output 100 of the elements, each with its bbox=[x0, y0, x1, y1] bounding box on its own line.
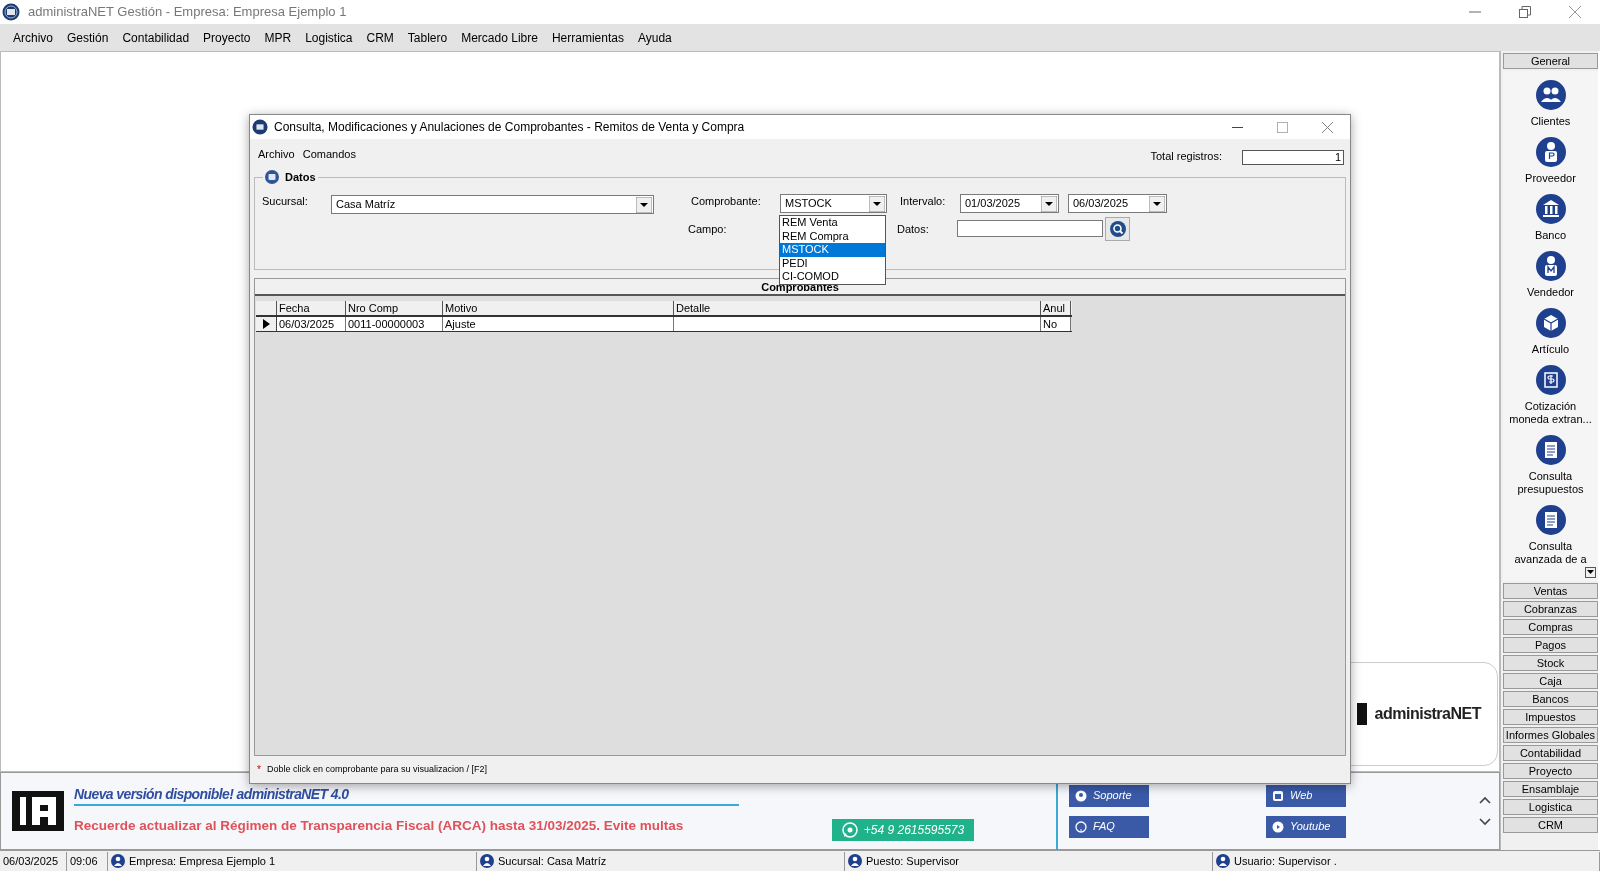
date-to-dropdown[interactable]: 06/03/2025 bbox=[1068, 194, 1167, 213]
table-cell: 0011-00000003 bbox=[346, 317, 443, 331]
menu-item[interactable]: CRM bbox=[359, 24, 401, 51]
section-button[interactable]: Informes Globales bbox=[1503, 727, 1598, 743]
menu-item[interactable]: Contabilidad bbox=[115, 24, 197, 51]
caret-icon bbox=[869, 195, 885, 212]
menu-item[interactable]: MPR bbox=[257, 24, 299, 51]
column-header[interactable]: Motivo bbox=[443, 301, 674, 315]
window-title: administraNET Gestión - Empresa: Empresa Ejemplo 1 bbox=[28, 3, 347, 22]
sidebar-shortcut[interactable]: Artículo bbox=[1505, 308, 1596, 356]
field-label: Datos: bbox=[897, 222, 930, 237]
sucursal-dropdown[interactable]: Casa Matríz bbox=[331, 195, 654, 214]
status-text: Sucursal: Casa Matríz bbox=[498, 853, 607, 869]
section-button[interactable]: Logistica bbox=[1503, 799, 1598, 815]
sidebar-shortcut[interactable]: Vendedor bbox=[1505, 251, 1596, 299]
column-header[interactable]: Fecha bbox=[277, 301, 346, 315]
section-button[interactable]: Ensamblaje bbox=[1503, 781, 1598, 797]
help-icon bbox=[1075, 820, 1087, 833]
section-button[interactable]: Pagos bbox=[1503, 637, 1598, 653]
asterisk: * bbox=[257, 763, 261, 777]
notice-text: Recuerde actualizar al Régimen de Transparencia Fiscal (ARCA) hasta 31/03/2025. Evite multas bbox=[74, 816, 685, 835]
column-header[interactable]: Anul bbox=[1041, 301, 1071, 315]
field-label: Sucursal: bbox=[262, 194, 309, 209]
menu-item[interactable]: Gestión bbox=[60, 24, 116, 51]
comprobante-dropdown[interactable]: MSTOCK bbox=[780, 194, 887, 213]
company-logo-icon bbox=[12, 791, 64, 831]
user-icon bbox=[848, 854, 862, 868]
cube-icon bbox=[1535, 308, 1566, 338]
sidebar-shortcut[interactable]: Proveedor bbox=[1505, 137, 1596, 185]
field-label: Comprobante: bbox=[691, 194, 762, 209]
play-icon bbox=[1272, 820, 1284, 833]
user-icon bbox=[1216, 854, 1230, 868]
app-logo-icon bbox=[252, 119, 268, 135]
section-button[interactable]: Cobranzas bbox=[1503, 601, 1598, 617]
menu-item[interactable]: Archivo bbox=[254, 145, 299, 163]
scroll-up-icon[interactable] bbox=[1479, 796, 1491, 804]
section-button[interactable]: Impuestos bbox=[1503, 709, 1598, 725]
sidebar-shortcut[interactable]: Consulta avanzada de a bbox=[1505, 505, 1596, 566]
scroll-down-icon[interactable] bbox=[1479, 818, 1491, 826]
menu-item[interactable]: Tablero bbox=[400, 24, 455, 51]
menu-item[interactable]: Logistica bbox=[298, 24, 360, 51]
link-button[interactable]: Soporte bbox=[1069, 784, 1149, 807]
menu-item[interactable]: Ayuda bbox=[630, 24, 679, 51]
search-button[interactable] bbox=[1105, 217, 1130, 241]
caret-icon bbox=[1587, 570, 1594, 575]
date-from-dropdown[interactable]: 01/03/2025 bbox=[960, 194, 1059, 213]
column-header[interactable]: Nro Comp bbox=[346, 301, 443, 315]
section-button[interactable]: Contabilidad bbox=[1503, 745, 1598, 761]
menu-item[interactable]: Mercado Libre bbox=[454, 24, 545, 51]
table-cell: 06/03/2025 bbox=[277, 317, 346, 331]
dropdown-option[interactable]: REM Compra bbox=[780, 229, 885, 243]
section-button[interactable]: Stock bbox=[1503, 655, 1598, 671]
database-icon bbox=[265, 170, 279, 185]
section-button[interactable]: Bancos bbox=[1503, 691, 1598, 707]
dropdown-option[interactable]: REM Venta bbox=[780, 216, 885, 230]
field-label: Campo: bbox=[688, 222, 728, 237]
person-icon bbox=[1535, 137, 1566, 167]
section-button[interactable]: Caja bbox=[1503, 673, 1598, 689]
document-icon bbox=[1535, 435, 1566, 465]
section-button[interactable]: Proyecto bbox=[1503, 763, 1598, 779]
user-icon bbox=[480, 854, 494, 868]
dropdown-option[interactable]: MSTOCK bbox=[780, 243, 885, 257]
total-field[interactable]: 1 bbox=[1242, 149, 1344, 165]
support-icon bbox=[1075, 789, 1087, 802]
sidebar-shortcut[interactable]: Banco bbox=[1505, 194, 1596, 242]
close-icon[interactable] bbox=[1569, 6, 1581, 18]
sidebar-shortcut[interactable]: Clientes bbox=[1505, 80, 1596, 128]
scroll-down-button[interactable] bbox=[1585, 567, 1596, 578]
bank-icon bbox=[1535, 194, 1566, 224]
menu-item[interactable]: Comandos bbox=[298, 145, 360, 163]
datos-field[interactable] bbox=[957, 220, 1103, 237]
section-button[interactable]: General bbox=[1503, 53, 1598, 69]
section-button[interactable]: Compras bbox=[1503, 619, 1598, 635]
dollar-icon bbox=[1535, 365, 1566, 395]
link-button[interactable]: Youtube bbox=[1266, 815, 1346, 838]
status-text: Puesto: Supervisor bbox=[866, 853, 959, 869]
section-button[interactable]: Ventas bbox=[1503, 583, 1598, 599]
menu-item[interactable]: Archivo bbox=[6, 24, 60, 51]
close-icon[interactable] bbox=[1322, 121, 1333, 133]
link-button[interactable]: Web bbox=[1266, 784, 1346, 807]
menu-item[interactable]: Proyecto bbox=[196, 24, 258, 51]
section-button[interactable]: CRM bbox=[1503, 817, 1598, 833]
dropdown-option[interactable]: CI-COMOD bbox=[780, 270, 885, 284]
search-icon bbox=[1109, 221, 1126, 237]
menu-item[interactable]: Herramientas bbox=[544, 24, 631, 51]
status-text: 09:06 bbox=[70, 853, 98, 869]
caret-icon bbox=[636, 196, 652, 213]
web-icon bbox=[1272, 789, 1284, 802]
app-logo-icon bbox=[2, 3, 20, 21]
caret-icon bbox=[1149, 195, 1165, 212]
restore-icon[interactable] bbox=[1519, 6, 1531, 18]
sidebar-shortcut[interactable]: Consulta presupuestos bbox=[1505, 435, 1596, 496]
dropdown-option[interactable]: PEDI bbox=[780, 256, 885, 270]
logo-mark-icon bbox=[1356, 703, 1367, 725]
field-label: Total registros: bbox=[1150, 148, 1222, 164]
status-text: Usuario: Supervisor . bbox=[1234, 853, 1337, 869]
link-button[interactable]: FAQ bbox=[1069, 815, 1149, 838]
sidebar-shortcut[interactable]: Cotización moneda extran... bbox=[1505, 365, 1596, 426]
column-header[interactable]: Detalle bbox=[674, 301, 1041, 315]
whatsapp-icon bbox=[841, 822, 858, 838]
